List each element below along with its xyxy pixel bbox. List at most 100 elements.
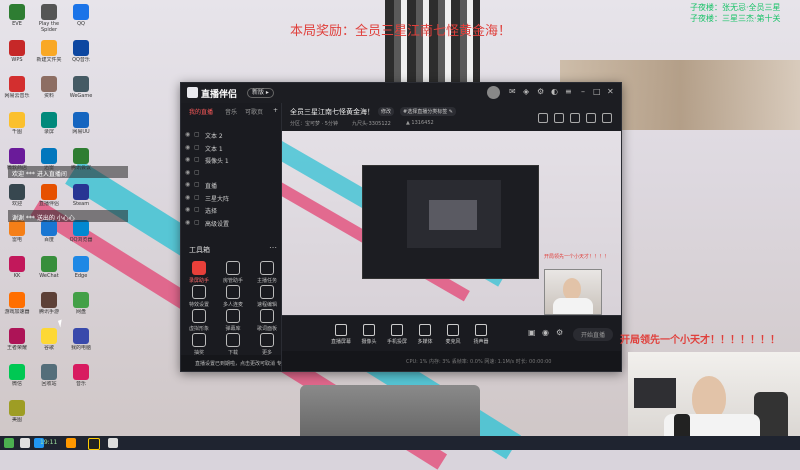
desktop-icon[interactable]: QQ bbox=[66, 4, 96, 33]
eye-toggle-icon[interactable]: ◉ bbox=[542, 328, 549, 337]
source-item[interactable]: ◉ ▢ 三星大阵 bbox=[185, 192, 279, 204]
add-scene-icon[interactable]: + bbox=[273, 107, 278, 114]
desktop-icon[interactable]: 资料 bbox=[34, 76, 64, 105]
toolbox-more-icon[interactable]: ⋯ bbox=[269, 243, 277, 252]
control-button[interactable]: 扬声器 bbox=[470, 324, 492, 345]
camera-toggle-icon[interactable]: ▣ bbox=[528, 328, 536, 337]
lock-icon[interactable]: ▢ bbox=[194, 181, 200, 188]
control-button[interactable]: 摄像头 bbox=[358, 324, 380, 345]
start-live-button[interactable]: 开始直播 bbox=[572, 328, 613, 341]
stream-title[interactable]: 全员三星江南七怪黄金海！ bbox=[290, 107, 374, 117]
desktop-icon[interactable]: Steam bbox=[66, 184, 96, 213]
desktop-icon[interactable]: 回收站 bbox=[34, 364, 64, 393]
edit-title-chip[interactable]: 修改 bbox=[378, 107, 395, 116]
desktop-icon[interactable]: 雷电 bbox=[2, 220, 32, 249]
tab-song[interactable]: 可歌页 bbox=[245, 107, 263, 116]
desktop-icon[interactable]: 新建文件夹 bbox=[34, 40, 64, 69]
lock-icon[interactable]: ▢ bbox=[194, 219, 200, 226]
gift-panel-icon[interactable] bbox=[538, 113, 548, 123]
avatar[interactable] bbox=[487, 86, 500, 99]
source-item[interactable]: ◉ ▢ 文本 2 bbox=[185, 129, 279, 141]
desktop-icon[interactable]: WPS bbox=[2, 40, 32, 69]
mic-panel-icon[interactable] bbox=[554, 113, 564, 123]
source-item[interactable]: ◉ ▢ 摄像头 1 bbox=[185, 154, 279, 166]
desktop-icon[interactable]: 美图 bbox=[2, 400, 32, 429]
gift-icon[interactable]: ◈ bbox=[523, 87, 529, 96]
chart-panel-icon[interactable] bbox=[570, 113, 580, 123]
tab-music[interactable]: 音乐 bbox=[225, 107, 237, 116]
eye-icon[interactable]: ◉ bbox=[185, 156, 190, 163]
eye-icon[interactable]: ◉ bbox=[185, 144, 190, 151]
source-item[interactable]: ◉ ▢ 高级设置 bbox=[185, 217, 279, 229]
taskbar-app-icon[interactable] bbox=[66, 438, 76, 448]
desktop-icon[interactable]: WeChat bbox=[34, 256, 64, 285]
desktop-icon[interactable]: 百度 bbox=[34, 220, 64, 249]
tool-button[interactable]: 特效设置 bbox=[185, 285, 213, 308]
close-icon[interactable]: ✕ bbox=[607, 87, 614, 96]
taskbar-app-icon[interactable] bbox=[108, 438, 118, 448]
desktop-icon[interactable]: 微信 bbox=[2, 364, 32, 393]
tool-button[interactable]: 弹幕库 bbox=[219, 309, 247, 332]
tool-button[interactable]: 歌词面板 bbox=[253, 309, 281, 332]
desktop-icon[interactable]: 音乐 bbox=[66, 364, 96, 393]
gear-panel-icon[interactable] bbox=[586, 113, 596, 123]
tool-button[interactable]: 主播任务 bbox=[253, 261, 281, 284]
desktop-icon[interactable]: 网盘 bbox=[66, 292, 96, 321]
desktop-icon[interactable]: 录屏 bbox=[34, 112, 64, 141]
menu-icon[interactable]: ≡ bbox=[565, 87, 572, 96]
source-item[interactable]: ◉ ▢ 选择 bbox=[185, 204, 279, 216]
tool-button[interactable]: 录屏助手 bbox=[185, 261, 213, 284]
control-button[interactable]: 麦克风 bbox=[442, 324, 464, 345]
control-button[interactable]: 直播屏幕 bbox=[330, 324, 352, 345]
source-item[interactable]: ◉ ▢ 直播 bbox=[185, 179, 279, 191]
tool-button[interactable]: 速程编辑 bbox=[253, 285, 281, 308]
taskbar-app-icon[interactable] bbox=[20, 438, 30, 448]
desktop-icon[interactable]: 王者荣耀 bbox=[2, 328, 32, 357]
eye-icon[interactable]: ◉ bbox=[185, 169, 190, 176]
desktop-icon[interactable]: 千图 bbox=[2, 112, 32, 141]
taskbar-app-icon[interactable] bbox=[88, 438, 100, 450]
eye-icon[interactable]: ◉ bbox=[185, 194, 190, 201]
mail-icon[interactable]: ✉ bbox=[509, 87, 516, 96]
lock-icon[interactable]: ▢ bbox=[194, 144, 200, 151]
desktop-icon[interactable]: 欢迎 bbox=[2, 184, 32, 213]
desktop-icon[interactable]: 谷歌 bbox=[34, 328, 64, 357]
tool-button[interactable]: 多人连麦 bbox=[219, 285, 247, 308]
settings-icon[interactable]: ⚙ bbox=[537, 87, 544, 96]
source-item[interactable]: ◉ ▢ 文本 1 bbox=[185, 142, 279, 154]
desktop-icon[interactable]: WeGame bbox=[66, 76, 96, 105]
desktop-icon[interactable]: 我的电脑 bbox=[66, 328, 96, 357]
category-chip[interactable]: #选择直播分类标签 ✎ bbox=[400, 107, 456, 116]
lock-icon[interactable]: ▢ bbox=[194, 156, 200, 163]
desktop-icon[interactable]: Play the Spider bbox=[34, 4, 64, 33]
desktop-icon[interactable]: KK bbox=[2, 256, 32, 285]
version-badge[interactable]: 新版 ▸ bbox=[247, 88, 274, 98]
control-button[interactable]: 手机投屏 bbox=[386, 324, 408, 345]
eye-icon[interactable]: ◉ bbox=[185, 131, 190, 138]
tool-button[interactable]: 下载 bbox=[219, 333, 247, 356]
desktop-icon[interactable]: 网易云音乐 bbox=[2, 76, 32, 105]
tool-button[interactable]: 更多 bbox=[253, 333, 281, 356]
minimize-icon[interactable]: – bbox=[581, 87, 585, 96]
desktop-icon[interactable]: QQ音乐 bbox=[66, 40, 96, 69]
shirt-icon[interactable]: ◐ bbox=[551, 87, 558, 96]
tool-button[interactable]: 房管助手 bbox=[219, 261, 247, 284]
desktop-icon[interactable]: EVE bbox=[2, 4, 32, 33]
lock-icon[interactable]: ▢ bbox=[194, 169, 200, 176]
settings-gear-icon[interactable]: ⚙ bbox=[556, 328, 563, 337]
tool-button[interactable]: 虚拟形象 bbox=[185, 309, 213, 332]
stream-preview[interactable]: 开局领先一个小天才！！！！ bbox=[282, 131, 621, 315]
notice-bar[interactable]: 直播设置已到期啦，点击更改可取消 专属报名 bbox=[181, 355, 297, 371]
desktop-icon[interactable]: 网易UU bbox=[66, 112, 96, 141]
start-icon[interactable] bbox=[4, 438, 14, 448]
lock-icon[interactable]: ▢ bbox=[194, 206, 200, 213]
desktop-icon[interactable]: 腾讯手游 bbox=[34, 292, 64, 321]
desktop-icon[interactable]: Edge bbox=[66, 256, 96, 285]
taskbar-clock[interactable]: 19:11 bbox=[40, 439, 57, 446]
source-item[interactable]: ◉ ▢ bbox=[185, 167, 279, 179]
eye-icon[interactable]: ◉ bbox=[185, 219, 190, 226]
desktop-icon[interactable]: 游戏加速器 bbox=[2, 292, 32, 321]
desktop-icon[interactable]: QQ浏览器 bbox=[66, 220, 96, 249]
lock-icon[interactable]: ▢ bbox=[194, 194, 200, 201]
share-icon[interactable] bbox=[602, 113, 612, 123]
